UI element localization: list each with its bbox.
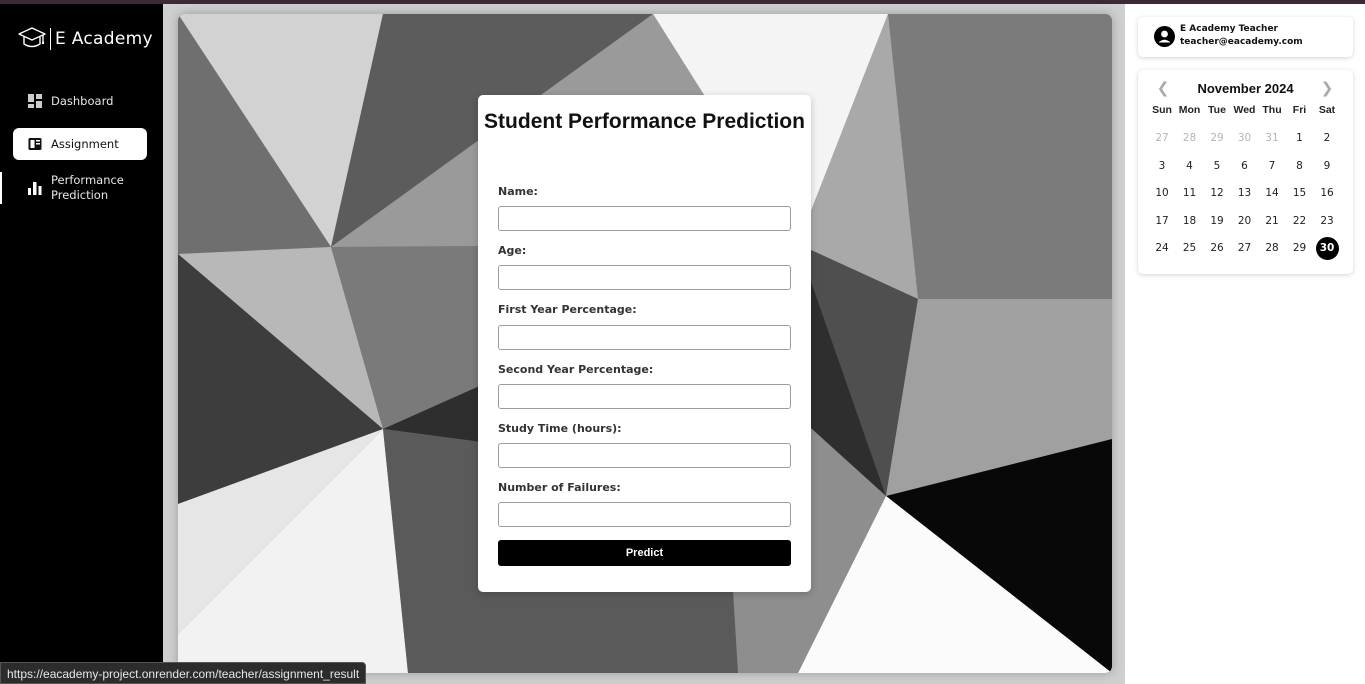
calendar-day[interactable]: 30 xyxy=(1233,127,1256,150)
sidebar-item-performance-prediction[interactable]: Performance Prediction xyxy=(13,172,147,204)
profile-card[interactable]: E Academy Teacher teacher@eacademy.com xyxy=(1138,17,1353,57)
calendar-day[interactable]: 25 xyxy=(1178,237,1201,260)
graduation-cap-icon xyxy=(18,27,46,48)
calendar-day[interactable]: 11 xyxy=(1178,182,1201,205)
calendar-day[interactable]: 2 xyxy=(1316,127,1339,150)
age-input[interactable] xyxy=(498,265,791,290)
calendar-day[interactable]: 3 xyxy=(1151,155,1174,178)
calendar-day[interactable]: 9 xyxy=(1316,155,1339,178)
user-circle-icon xyxy=(1154,26,1175,47)
logo[interactable]: E Academy xyxy=(17,24,153,54)
calendar-day[interactable]: 5 xyxy=(1206,155,1229,178)
calendar-day[interactable]: 29 xyxy=(1288,237,1311,260)
number-of-failures-input[interactable] xyxy=(498,502,791,527)
sidebar-item-label: Performance Prediction xyxy=(51,173,124,202)
logo-text: E Academy xyxy=(55,29,153,49)
weekday-header: Wed xyxy=(1233,104,1256,116)
right-panel: E Academy Teacher teacher@eacademy.com ❮… xyxy=(1125,4,1365,684)
calendar-day[interactable]: 23 xyxy=(1316,210,1339,233)
bar-chart-icon xyxy=(28,181,42,195)
calendar-day[interactable]: 18 xyxy=(1178,210,1201,233)
second-year-percentage-input[interactable] xyxy=(498,384,791,409)
calendar-day[interactable]: 14 xyxy=(1261,182,1284,205)
calendar-day[interactable]: 29 xyxy=(1206,127,1229,150)
form-title: Student Performance Prediction xyxy=(484,110,805,133)
calendar-day[interactable]: 19 xyxy=(1206,210,1229,233)
chevron-right-icon[interactable]: ❯ xyxy=(1319,80,1335,96)
first-year-percentage-input[interactable] xyxy=(498,325,791,350)
second-year-percentage-label: Second Year Percentage: xyxy=(498,363,654,376)
calendar-day[interactable]: 1 xyxy=(1288,127,1311,150)
name-input[interactable] xyxy=(498,206,791,231)
main-content: Student Performance Prediction Name: Age… xyxy=(163,4,1125,684)
calendar-day[interactable]: 6 xyxy=(1233,155,1256,178)
weekday-header: Fri xyxy=(1292,104,1307,116)
calendar-day[interactable]: 10 xyxy=(1151,182,1174,205)
calendar-day[interactable]: 31 xyxy=(1261,127,1284,150)
status-bar-url: https://eacademy-project.onrender.com/te… xyxy=(0,662,367,684)
predict-button[interactable]: Predict xyxy=(498,540,791,566)
study-time-input[interactable] xyxy=(498,443,791,468)
calendar-day[interactable]: 4 xyxy=(1178,155,1201,178)
calendar-day[interactable]: 8 xyxy=(1288,155,1311,178)
calendar-day[interactable]: 16 xyxy=(1316,182,1339,205)
dashboard-icon xyxy=(28,94,42,108)
assignment-icon xyxy=(28,137,42,151)
name-label: Name: xyxy=(498,185,538,198)
calendar-day[interactable]: 13 xyxy=(1233,182,1256,205)
calendar-day[interactable]: 7 xyxy=(1261,155,1284,178)
calendar-day[interactable]: 15 xyxy=(1288,182,1311,205)
calendar-day[interactable]: 28 xyxy=(1178,127,1201,150)
sidebar-item-dashboard[interactable]: Dashboard xyxy=(13,90,147,112)
calendar-day[interactable]: 20 xyxy=(1233,210,1256,233)
first-year-percentage-label: First Year Percentage: xyxy=(498,303,637,316)
weekday-header: Mon xyxy=(1178,104,1201,116)
sidebar-item-assignment[interactable]: Assignment xyxy=(13,128,147,160)
weekday-header: Sun xyxy=(1152,104,1172,116)
calendar-day[interactable]: 12 xyxy=(1206,182,1229,205)
calendar-day[interactable]: 22 xyxy=(1288,210,1311,233)
calendar-day[interactable]: 27 xyxy=(1151,127,1174,150)
profile-name: E Academy Teacher xyxy=(1180,24,1278,34)
calendar-day[interactable]: 26 xyxy=(1206,237,1229,260)
study-time-label: Study Time (hours): xyxy=(498,422,622,435)
logo-divider xyxy=(50,28,51,50)
active-indicator xyxy=(0,172,2,204)
calendar-day[interactable]: 27 xyxy=(1233,237,1256,260)
calendar-day[interactable]: 17 xyxy=(1151,210,1174,233)
prediction-form-card: Student Performance Prediction Name: Age… xyxy=(478,95,811,592)
sidebar-item-label: Assignment xyxy=(51,137,119,151)
weekday-header: Thu xyxy=(1262,104,1282,116)
calendar-day[interactable]: 30 xyxy=(1315,237,1339,260)
age-label: Age: xyxy=(498,244,527,257)
calendar-day[interactable]: 28 xyxy=(1261,237,1284,260)
calendar-day[interactable]: 21 xyxy=(1261,210,1284,233)
weekday-header: Sat xyxy=(1318,104,1336,116)
weekday-header: Tue xyxy=(1208,104,1226,116)
calendar: ❮ November 2024 ❯ Sun Mon Tue Wed Thu Fri Sat 2… xyxy=(1138,70,1353,274)
number-of-failures-label: Number of Failures: xyxy=(498,481,621,494)
profile-email: teacher@eacademy.com xyxy=(1180,37,1303,47)
sidebar: E Academy Dashboard Assignment Performan… xyxy=(0,4,163,684)
calendar-day[interactable]: 24 xyxy=(1151,237,1174,260)
sidebar-item-label: Dashboard xyxy=(51,94,114,108)
